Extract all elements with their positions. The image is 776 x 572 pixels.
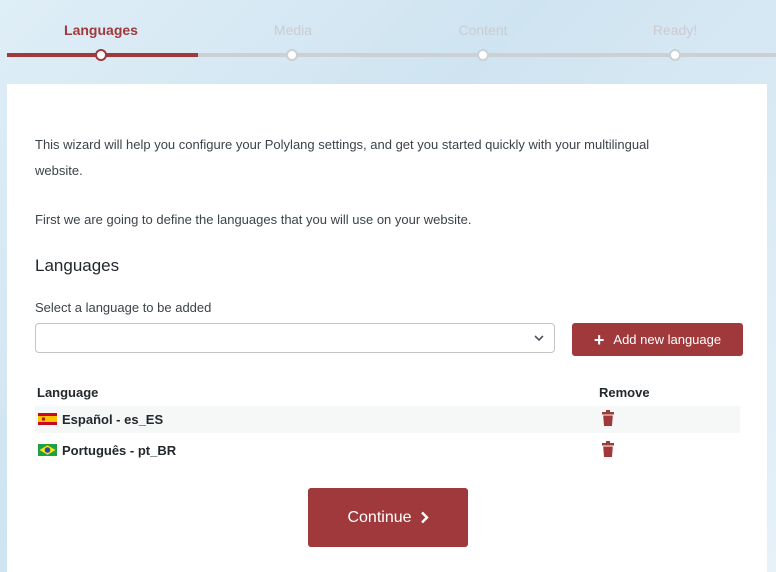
step-dot-media: [286, 49, 298, 61]
add-new-language-label: Add new language: [613, 332, 722, 347]
languages-heading: Languages: [35, 256, 120, 275]
intro-text-line1: This wizard will help you configure your…: [35, 137, 650, 152]
trash-icon[interactable]: [602, 441, 614, 457]
language-select[interactable]: [35, 323, 555, 353]
language-row-pt: Português - pt_BR: [35, 437, 740, 464]
language-label-es: Español - es_ES: [62, 412, 164, 427]
step-languages: Languages: [64, 22, 138, 38]
intro-text-line3: First we are going to define the languag…: [35, 212, 472, 227]
step-ready: Ready!: [652, 22, 698, 38]
wizard-steps: Languages Media Content Ready!: [7, 0, 776, 70]
step-dot-ready: [669, 49, 681, 61]
step-media: Media: [273, 22, 313, 38]
chevron-down-icon: [534, 335, 544, 342]
select-language-label: Select a language to be added: [35, 300, 212, 315]
wizard-panel: This wizard will help you configure your…: [7, 84, 767, 572]
column-header-language: Language: [37, 385, 99, 400]
trash-icon[interactable]: [602, 410, 614, 426]
spain-flag-icon: [38, 413, 57, 425]
step-dot-content: [477, 49, 489, 61]
continue-label: Continue: [347, 508, 412, 526]
step-content: Content: [458, 22, 508, 38]
chevron-right-icon: [420, 511, 429, 524]
intro-text-line2: website.: [35, 163, 83, 178]
language-row-es: Español - es_ES: [35, 406, 740, 433]
add-new-language-button[interactable]: + Add new language: [572, 323, 743, 356]
plus-icon: +: [593, 329, 605, 350]
step-dot-languages: [95, 49, 107, 61]
language-label-pt: Português - pt_BR: [62, 443, 177, 458]
column-header-remove: Remove: [599, 385, 650, 400]
continue-button[interactable]: Continue: [308, 488, 468, 547]
brazil-flag-icon: [38, 444, 57, 456]
